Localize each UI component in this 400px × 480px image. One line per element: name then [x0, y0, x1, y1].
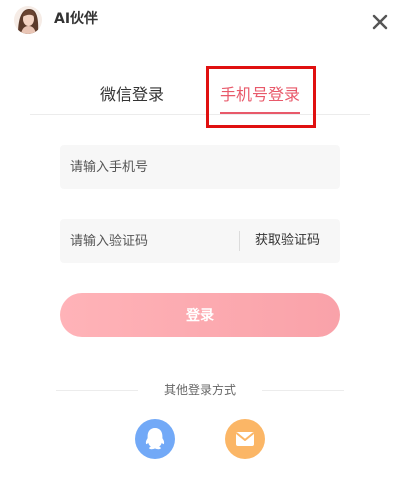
phone-field [60, 145, 340, 189]
code-input[interactable] [60, 219, 238, 263]
qq-login-button[interactable] [135, 419, 175, 459]
login-dialog: AI伙伴 微信登录 手机号登录 获取验证码 登录 其他登录方式 [0, 0, 400, 480]
other-methods-line-right [262, 390, 344, 391]
tabs-divider [30, 114, 370, 115]
highlight-box [206, 66, 316, 128]
code-field: 获取验证码 [60, 219, 340, 263]
qq-icon [145, 428, 165, 450]
phone-input[interactable] [60, 145, 340, 189]
code-separator [239, 231, 240, 251]
mail-login-button[interactable] [225, 419, 265, 459]
other-methods-label: 其他登录方式 [163, 383, 236, 397]
close-icon[interactable] [370, 12, 390, 32]
login-tabs: 微信登录 手机号登录 [30, 74, 370, 116]
get-code-button[interactable]: 获取验证码 [255, 232, 320, 250]
avatar [14, 6, 42, 34]
app-name: AI伙伴 [54, 11, 99, 27]
mail-icon [236, 432, 254, 446]
login-button[interactable]: 登录 [60, 293, 340, 337]
other-methods-line-left [56, 390, 138, 391]
tab-wechat-login[interactable]: 微信登录 [100, 84, 164, 106]
dialog-header: AI伙伴 [0, 0, 400, 44]
